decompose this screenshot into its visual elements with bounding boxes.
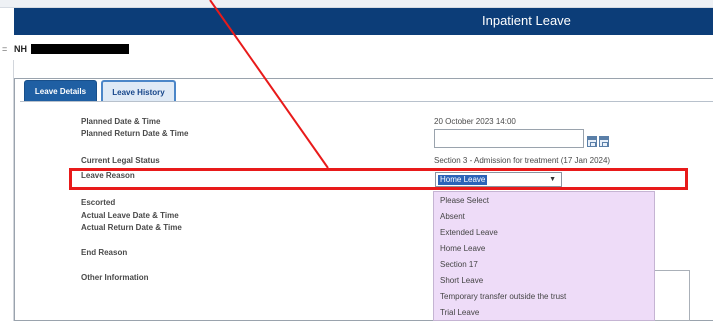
annotation-arrow bbox=[209, 0, 329, 169]
annotation-arrow-line bbox=[209, 0, 329, 169]
